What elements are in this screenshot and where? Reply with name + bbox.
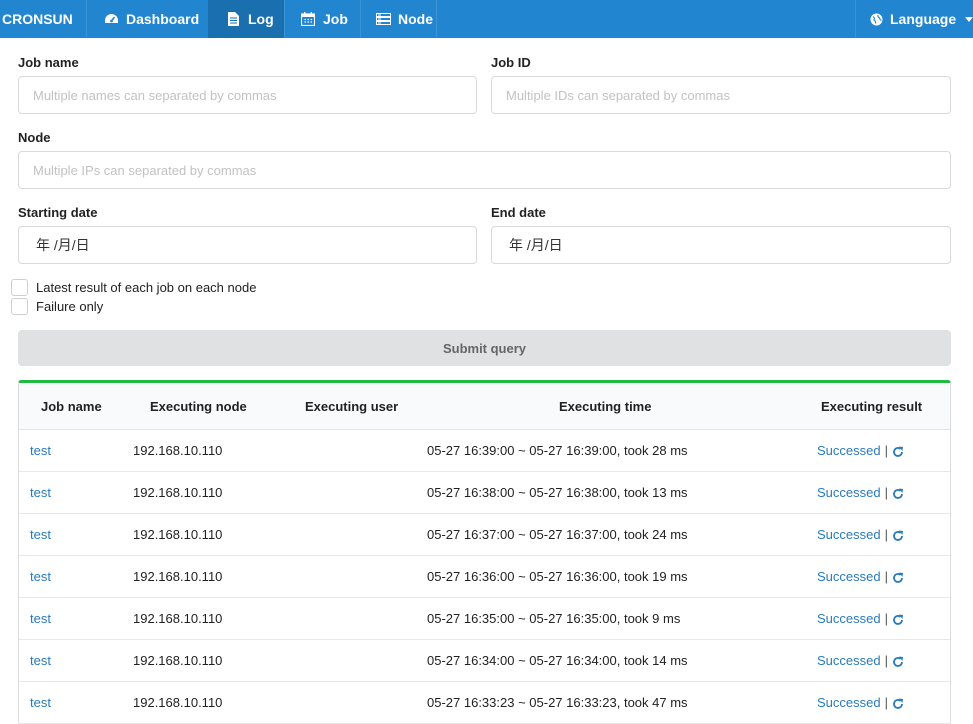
separator: | <box>884 443 888 458</box>
executing-result-cell: Successed | <box>809 695 950 710</box>
submit-query-button[interactable]: Submit query <box>18 330 951 366</box>
result-link[interactable]: Successed <box>817 695 881 710</box>
globe-icon <box>870 11 883 27</box>
executing-time-cell: 05-27 16:39:00 ~ 05-27 16:39:00, took 28… <box>427 443 688 458</box>
table-row: test 192.168.10.110 05-27 16:39:00 ~ 05-27… <box>19 430 950 472</box>
table-row: test 192.168.10.110 05-27 16:34:00 ~ 05-27… <box>19 640 950 682</box>
separator: | <box>884 695 888 710</box>
job-name-link[interactable]: test <box>30 611 51 626</box>
col-header-executing-time[interactable]: Executing time <box>414 399 809 414</box>
executing-result-cell: Successed | <box>809 611 950 626</box>
starting-date-input[interactable]: 年 /月/日 <box>18 226 477 264</box>
nav-item-dashboard[interactable]: Dashboard <box>86 0 207 38</box>
table-row: test 192.168.10.110 05-27 16:35:00 ~ 05-27… <box>19 598 950 640</box>
job-name-link[interactable]: test <box>30 485 51 500</box>
rerun-icon[interactable] <box>892 488 904 500</box>
job-name-link[interactable]: test <box>30 569 51 584</box>
separator: | <box>884 611 888 626</box>
nav-label-node: Node <box>398 11 433 27</box>
nav-item-node[interactable]: Node <box>360 0 437 38</box>
result-link[interactable]: Successed <box>817 443 881 458</box>
failure-only-label: Failure only <box>36 299 104 314</box>
rerun-icon[interactable] <box>892 572 904 584</box>
nav-label-job: Job <box>323 11 348 27</box>
latest-result-checkbox[interactable] <box>11 279 28 296</box>
rerun-icon[interactable] <box>892 614 904 626</box>
failure-only-option[interactable]: Failure only <box>11 298 103 315</box>
executing-time-cell: 05-27 16:34:00 ~ 05-27 16:34:00, took 14… <box>427 653 688 668</box>
failure-only-checkbox[interactable] <box>11 298 28 315</box>
result-link[interactable]: Successed <box>817 653 881 668</box>
chevron-down-icon <box>965 16 973 22</box>
executing-result-cell: Successed | <box>809 485 950 500</box>
table-row: test 192.168.10.110 05-27 16:37:00 ~ 05-27… <box>19 514 950 556</box>
result-link[interactable]: Successed <box>817 611 881 626</box>
executing-result-cell: Successed | <box>809 443 950 458</box>
language-label: Language <box>890 11 957 27</box>
executing-time-cell: 05-27 16:36:00 ~ 05-27 16:36:00, took 19… <box>427 569 688 584</box>
job-id-input[interactable] <box>491 76 951 114</box>
separator: | <box>884 485 888 500</box>
executing-result-cell: Successed | <box>809 653 950 668</box>
executing-node-cell: 192.168.10.110 <box>133 527 223 542</box>
starting-date-label: Starting date <box>18 205 98 220</box>
table-row: test 192.168.10.110 05-27 16:33:23 ~ 05-27… <box>19 682 950 724</box>
top-navbar: CRONSUN Dashboard Log Job Node Language <box>0 0 973 38</box>
executing-node-cell: 192.168.10.110 <box>133 443 223 458</box>
nav-item-job[interactable]: Job <box>284 0 360 38</box>
table-body: test 192.168.10.110 05-27 16:39:00 ~ 05-27… <box>19 430 950 724</box>
node-label: Node <box>18 130 51 145</box>
executing-node-cell: 192.168.10.110 <box>133 569 223 584</box>
executing-time-cell: 05-27 16:33:23 ~ 05-27 16:33:23, took 47… <box>427 695 688 710</box>
executing-node-cell: 192.168.10.110 <box>133 611 223 626</box>
table-row: test 192.168.10.110 05-27 16:36:00 ~ 05-27… <box>19 556 950 598</box>
brand-logo[interactable]: CRONSUN <box>0 0 86 38</box>
table-header: Job name Executing node Executing user E… <box>19 383 950 430</box>
executing-time-cell: 05-27 16:35:00 ~ 05-27 16:35:00, took 9 … <box>427 611 681 626</box>
executing-result-cell: Successed | <box>809 527 950 542</box>
result-link[interactable]: Successed <box>817 527 881 542</box>
col-header-executing-result[interactable]: Executing result <box>809 399 950 414</box>
separator: | <box>884 653 888 668</box>
job-name-link[interactable]: test <box>30 695 51 710</box>
separator: | <box>884 569 888 584</box>
dashboard-icon <box>103 11 119 27</box>
col-header-job-name[interactable]: Job name <box>19 399 122 414</box>
executing-time-cell: 05-27 16:38:00 ~ 05-27 16:38:00, took 13… <box>427 485 688 500</box>
job-name-link[interactable]: test <box>30 653 51 668</box>
language-dropdown[interactable]: Language <box>855 0 973 38</box>
rerun-icon[interactable] <box>892 446 904 458</box>
nav-label-dashboard: Dashboard <box>126 11 200 27</box>
job-id-label: Job ID <box>491 55 531 70</box>
latest-result-label: Latest result of each job on each node <box>36 280 257 295</box>
rerun-icon[interactable] <box>892 530 904 542</box>
executing-result-cell: Successed | <box>809 569 950 584</box>
job-name-label: Job name <box>18 55 79 70</box>
server-icon <box>375 11 391 27</box>
file-icon <box>225 11 241 27</box>
executing-node-cell: 192.168.10.110 <box>133 653 223 668</box>
col-header-executing-user[interactable]: Executing user <box>287 399 414 414</box>
calendar-icon <box>300 11 316 27</box>
executing-time-cell: 05-27 16:37:00 ~ 05-27 16:37:00, took 24… <box>427 527 688 542</box>
nav-label-log: Log <box>248 11 274 27</box>
nav-item-log[interactable]: Log <box>207 0 284 38</box>
log-table: Job name Executing node Executing user E… <box>18 380 951 724</box>
table-row: test 192.168.10.110 05-27 16:38:00 ~ 05-27… <box>19 472 950 514</box>
end-date-label: End date <box>491 205 546 220</box>
executing-node-cell: 192.168.10.110 <box>133 485 223 500</box>
node-input[interactable] <box>18 151 951 189</box>
rerun-icon[interactable] <box>892 698 904 710</box>
latest-result-option[interactable]: Latest result of each job on each node <box>11 279 256 296</box>
end-date-input[interactable]: 年 /月/日 <box>491 226 951 264</box>
result-link[interactable]: Successed <box>817 485 881 500</box>
result-link[interactable]: Successed <box>817 569 881 584</box>
rerun-icon[interactable] <box>892 656 904 668</box>
separator: | <box>884 527 888 542</box>
col-header-executing-node[interactable]: Executing node <box>122 399 287 414</box>
job-name-link[interactable]: test <box>30 527 51 542</box>
job-name-link[interactable]: test <box>30 443 51 458</box>
job-name-input[interactable] <box>18 76 477 114</box>
executing-node-cell: 192.168.10.110 <box>133 695 223 710</box>
